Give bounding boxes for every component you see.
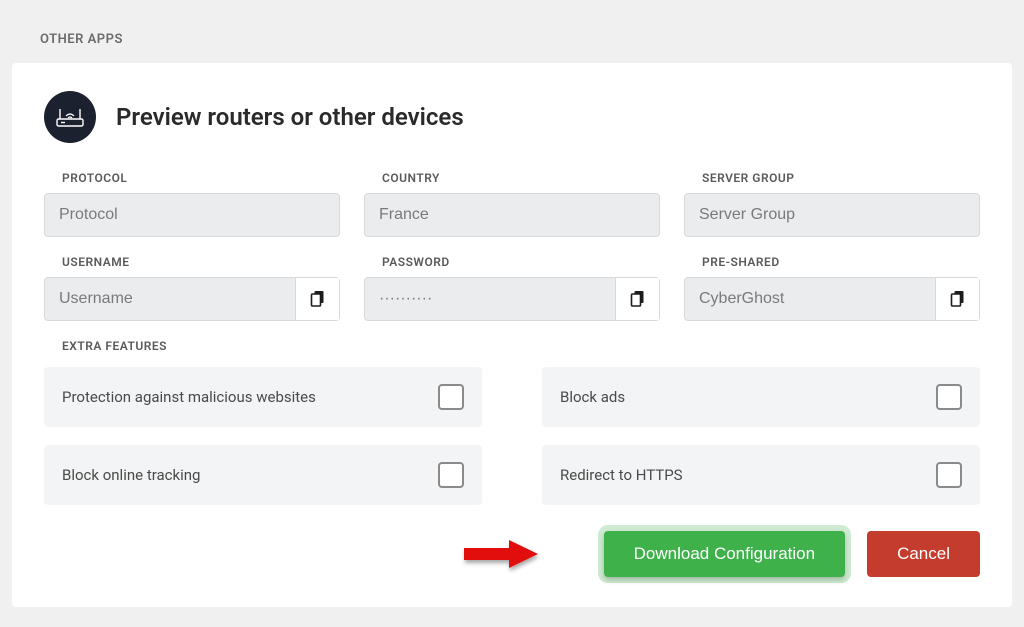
password-field-group: PASSWORD — [364, 255, 660, 321]
extra-ads[interactable]: Block ads — [542, 367, 980, 427]
field-row-2: USERNAME PASSWORD — [44, 255, 980, 321]
extra-https-label: Redirect to HTTPS — [560, 466, 683, 484]
copy-preshared-button[interactable] — [935, 278, 979, 320]
username-label: USERNAME — [62, 255, 340, 269]
download-configuration-button[interactable]: Download Configuration — [604, 531, 845, 577]
extra-tracking[interactable]: Block online tracking — [44, 445, 482, 505]
preshared-label: PRE-SHARED — [702, 255, 980, 269]
copy-password-button[interactable] — [615, 278, 659, 320]
extra-malicious-checkbox[interactable] — [438, 384, 464, 410]
country-label: COUNTRY — [382, 171, 660, 185]
username-field-group: USERNAME — [44, 255, 340, 321]
password-input[interactable] — [365, 278, 615, 320]
card-title: Preview routers or other devices — [116, 103, 464, 131]
country-field-group: COUNTRY — [364, 171, 660, 237]
server-group-label: SERVER GROUP — [702, 171, 980, 185]
router-icon — [44, 91, 96, 143]
extra-ads-checkbox[interactable] — [936, 384, 962, 410]
copy-icon — [950, 290, 966, 308]
card-header: Preview routers or other devices — [44, 91, 980, 143]
password-label: PASSWORD — [382, 255, 660, 269]
protocol-label: PROTOCOL — [62, 171, 340, 185]
extra-features-grid: Protection against malicious websites Bl… — [44, 367, 980, 505]
cancel-button[interactable]: Cancel — [867, 531, 980, 577]
extra-tracking-checkbox[interactable] — [438, 462, 464, 488]
copy-username-button[interactable] — [295, 278, 339, 320]
extra-https[interactable]: Redirect to HTTPS — [542, 445, 980, 505]
field-row-1: PROTOCOL COUNTRY SERVER GROUP — [44, 171, 980, 237]
extra-https-checkbox[interactable] — [936, 462, 962, 488]
protocol-field-group: PROTOCOL — [44, 171, 340, 237]
server-group-field-group: SERVER GROUP — [684, 171, 980, 237]
section-label: OTHER APPS — [40, 32, 1012, 47]
router-config-card: Preview routers or other devices PROTOCO… — [12, 63, 1012, 607]
preshared-input[interactable] — [685, 278, 935, 320]
highlight-arrow-icon — [456, 534, 546, 574]
username-input[interactable] — [45, 278, 295, 320]
extra-features-label: EXTRA FEATURES — [62, 339, 980, 353]
country-input[interactable] — [365, 194, 659, 236]
protocol-input[interactable] — [45, 194, 339, 236]
copy-icon — [630, 290, 646, 308]
server-group-input[interactable] — [685, 194, 979, 236]
button-row: Download Configuration Cancel — [44, 531, 980, 577]
copy-icon — [310, 290, 326, 308]
extra-malicious[interactable]: Protection against malicious websites — [44, 367, 482, 427]
extra-ads-label: Block ads — [560, 388, 625, 406]
preshared-field-group: PRE-SHARED — [684, 255, 980, 321]
extra-malicious-label: Protection against malicious websites — [62, 388, 316, 406]
extra-tracking-label: Block online tracking — [62, 466, 200, 484]
